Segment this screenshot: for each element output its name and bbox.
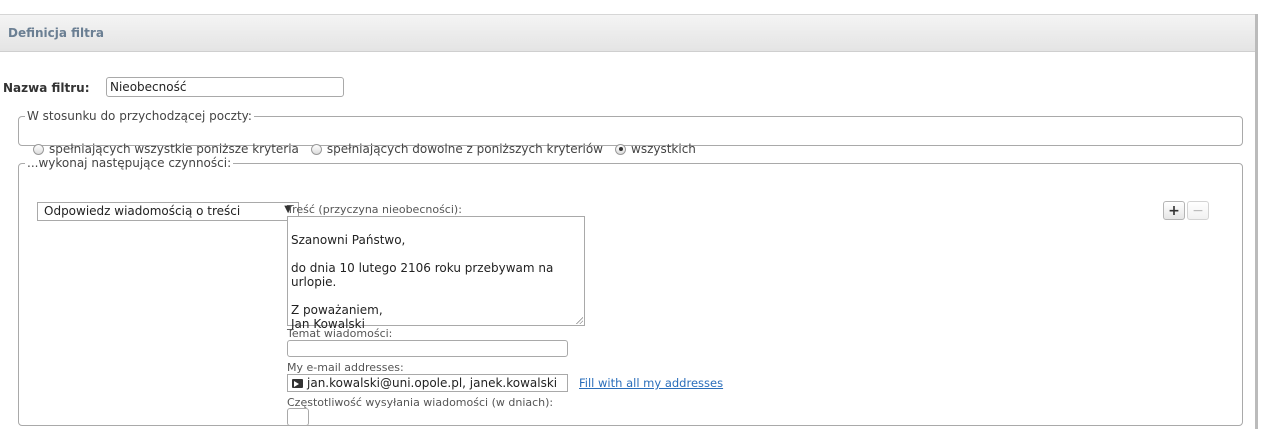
radio-all-criteria-label[interactable]: spełniających wszystkie poniższe kryteri… bbox=[49, 142, 299, 156]
send-mail-icon bbox=[292, 378, 303, 388]
body-textarea[interactable]: Szanowni Państwo, do dnia 10 lutego 2106… bbox=[287, 216, 585, 331]
radio-any-criteria-circle[interactable] bbox=[310, 143, 322, 155]
radio-all-messages-label[interactable]: wszystkich bbox=[631, 142, 696, 156]
radio-all-messages[interactable]: wszystkich bbox=[615, 142, 696, 156]
body-label: Treść (przyczyna nieobecności): bbox=[287, 203, 462, 216]
incoming-criteria-legend: W stosunku do przychodzącej poczty: bbox=[27, 109, 252, 123]
filter-name-input[interactable] bbox=[106, 77, 344, 97]
scrollbar-edge[interactable] bbox=[1255, 14, 1258, 429]
radio-all-criteria-circle[interactable] bbox=[33, 143, 44, 155]
actions-legend: ...wykonaj następujące czynności: bbox=[27, 156, 232, 170]
frequency-input[interactable] bbox=[287, 408, 309, 426]
panel-header: Definicja filtra bbox=[0, 14, 1255, 52]
top-spacer bbox=[0, 0, 1255, 14]
frequency-label: Częstotliwość wysyłania wiadomości (w dn… bbox=[287, 396, 554, 409]
incoming-criteria-group: W stosunku do przychodzącej poczty: speł… bbox=[18, 109, 1243, 156]
subject-label: Temat wiadomości: bbox=[287, 327, 393, 340]
add-action-button[interactable]: + bbox=[1163, 201, 1185, 220]
radio-all-criteria[interactable]: spełniających wszystkie poniższe kryteri… bbox=[33, 142, 299, 156]
actions-group: ...wykonaj następujące czynności: Odpowi… bbox=[18, 156, 1243, 426]
emails-value: jan.kowalski@uni.opole.pl, janek.kowalsk… bbox=[307, 376, 558, 390]
resize-grip-icon[interactable] bbox=[575, 316, 583, 324]
panel-title: Definicja filtra bbox=[8, 26, 104, 40]
action-select-value: Odpowiedz wiadomością o treści bbox=[44, 204, 241, 218]
body-text: Szanowni Państwo, do dnia 10 lutego 2106… bbox=[291, 233, 554, 331]
filter-name-label: Nazwa filtru: bbox=[3, 81, 90, 95]
remove-action-button[interactable]: − bbox=[1187, 201, 1209, 220]
criteria-radio-group: spełniających wszystkie poniższe kryteri… bbox=[33, 142, 708, 156]
radio-any-criteria-label[interactable]: spełniających dowolne z poniższych kryte… bbox=[327, 142, 603, 156]
emails-label: My e-mail addresses: bbox=[287, 361, 404, 374]
subject-input[interactable] bbox=[287, 340, 568, 357]
radio-all-messages-circle[interactable] bbox=[615, 143, 626, 155]
action-select[interactable]: Odpowiedz wiadomością o treści ▼ bbox=[37, 202, 299, 221]
emails-input[interactable]: jan.kowalski@uni.opole.pl, janek.kowalsk… bbox=[287, 374, 568, 392]
radio-any-criteria[interactable]: spełniających dowolne z poniższych kryte… bbox=[310, 142, 603, 156]
fill-addresses-link[interactable]: Fill with all my addresses bbox=[579, 376, 723, 390]
